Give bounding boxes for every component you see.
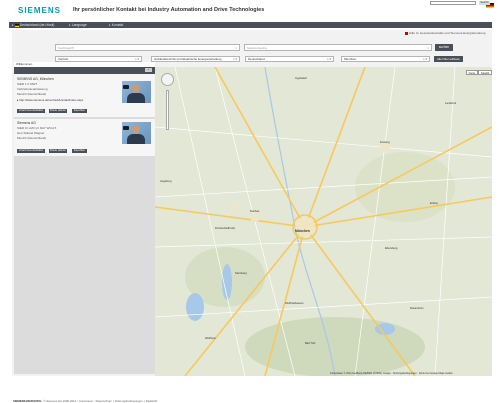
map-label: Weilheim bbox=[205, 337, 217, 340]
map[interactable]: München Freising Augsburg Dachau Erding … bbox=[155, 67, 492, 376]
footer-link[interactable]: Impressum bbox=[79, 399, 93, 403]
location-input-placeholder: Standortsuche bbox=[247, 46, 267, 50]
footer-link[interactable]: Digital ID bbox=[146, 399, 157, 403]
map-label: Landshut bbox=[445, 102, 457, 105]
help-icon bbox=[405, 31, 408, 35]
map-type-map-button[interactable]: Karte bbox=[466, 70, 478, 75]
result-link-label: http://www.siemens.de/vertrieb/kontakt/i… bbox=[19, 98, 84, 102]
result-card[interactable]: Siemens AG SIER IC LMV LV RAY WCH 5 Herr… bbox=[14, 119, 155, 156]
map-label: Starnberg bbox=[235, 272, 247, 275]
nav-item-label: Kontakt bbox=[111, 23, 124, 27]
page: SIEMENS Ihr persönlicher Kontakt bei Ind… bbox=[0, 0, 502, 403]
map-label: Wolfratshausen bbox=[285, 302, 304, 305]
vcard-download-button[interactable]: vCard herunterladen bbox=[17, 149, 45, 153]
select-arrow-icon: × ▾ bbox=[326, 57, 331, 61]
results-panel: Willkommen » SIEMENS AG, München SIER 1 … bbox=[14, 62, 155, 374]
filter-value: München bbox=[344, 57, 357, 61]
select-arrow-icon: × ▾ bbox=[232, 57, 237, 61]
footer-link: © Siemens AG 1996-2014 bbox=[43, 399, 77, 403]
result-link[interactable]: ▸ http://www.siemens.de/vertrieb/kontakt… bbox=[17, 98, 83, 102]
flag-icon bbox=[14, 23, 19, 27]
map-label: Erding bbox=[430, 202, 438, 205]
next-page-button[interactable]: » bbox=[145, 68, 152, 72]
clear-icon[interactable]: × bbox=[427, 45, 429, 50]
result-line: Vertriebsniederlassung bbox=[17, 87, 48, 91]
map-attribution[interactable]: Kartendaten © 2014 GeoBasis-DE/BKG (©200… bbox=[330, 372, 453, 375]
result-line: Herr Roland Wagner bbox=[17, 131, 45, 135]
footer: SIEMENS.DE/DIGITAL © Siemens AG 1996-201… bbox=[13, 399, 158, 403]
filter-value: Vertrieb bbox=[58, 57, 69, 61]
nav-item-country[interactable]: ▸ Deutschland (de-Hindi) bbox=[12, 22, 54, 28]
footer-link[interactable]: Nutzungsbedingungen bbox=[115, 399, 143, 403]
zoom-slider[interactable] bbox=[166, 90, 169, 130]
map-label: Freising bbox=[380, 141, 390, 144]
favorites-button[interactable]: Favoriten bbox=[72, 149, 87, 153]
arrow-icon: ▸ bbox=[69, 23, 71, 27]
result-name[interactable]: Siemens AG bbox=[17, 121, 36, 125]
phone-icon bbox=[123, 126, 129, 130]
reset-filters-button[interactable]: Alle Filter auflösen bbox=[434, 56, 463, 62]
avatar bbox=[122, 81, 151, 103]
page-title: Ihr persönlicher Kontakt bei Industry Au… bbox=[73, 7, 265, 13]
avatar bbox=[122, 122, 151, 144]
results-toolbar: » bbox=[14, 67, 155, 74]
result-line: SIER IC LMV LV RAY WCH 5 bbox=[17, 126, 57, 130]
route-button[interactable]: Route planen bbox=[49, 109, 67, 113]
avatar-face bbox=[132, 125, 140, 134]
avatar-body bbox=[127, 93, 145, 103]
filter-country[interactable]: Deutschland × ▾ bbox=[245, 56, 334, 62]
result-line: Munich (Deutschland) bbox=[17, 136, 47, 140]
avatar-face bbox=[132, 84, 140, 93]
result-name[interactable]: SIEMENS AG, München bbox=[17, 77, 54, 81]
avatar-body bbox=[127, 134, 145, 144]
location-input[interactable]: Standortsuche × bbox=[244, 44, 432, 51]
map-canvas bbox=[155, 67, 492, 376]
map-label: Ebersberg bbox=[385, 247, 398, 250]
map-type-satellite-button[interactable]: Satellit bbox=[478, 70, 492, 75]
phone-icon bbox=[123, 85, 129, 89]
site-search-button[interactable]: Search bbox=[479, 1, 490, 5]
nav-bar: ▸ Deutschland (de-Hindi) ▸Language ▸Konta… bbox=[9, 22, 492, 28]
result-card[interactable]: SIEMENS AG, München SIER 1 0 SIWT Vertri… bbox=[14, 74, 155, 117]
filter-value: Deutschland bbox=[248, 57, 265, 61]
vcard-download-button[interactable]: vCard herunterladen bbox=[17, 109, 45, 113]
nav-item-label: Deutschland (de-Hindi) bbox=[19, 23, 55, 27]
nav-item-language[interactable]: ▸Language bbox=[69, 22, 87, 28]
map-label: Rosenheim bbox=[410, 307, 424, 310]
search-input[interactable]: Suchbegriff × bbox=[55, 44, 240, 51]
nav-item-contact[interactable]: ▸Kontakt bbox=[109, 22, 123, 28]
clear-icon[interactable]: × bbox=[235, 45, 237, 50]
pan-control-icon[interactable] bbox=[161, 73, 174, 86]
map-label: Dachau bbox=[250, 210, 260, 213]
route-button[interactable]: Route planen bbox=[49, 149, 67, 153]
select-arrow-icon: × ▾ bbox=[422, 57, 427, 61]
filter-city[interactable]: München × ▾ bbox=[341, 56, 430, 62]
header: SIEMENS Ihr persönlicher Kontakt bei Ind… bbox=[0, 0, 502, 22]
site-search-input[interactable] bbox=[430, 1, 476, 5]
map-label: München bbox=[295, 229, 310, 233]
help-notice-label: Hilfe zu Gesetzeskontakte und Siemens-En… bbox=[409, 31, 486, 35]
result-line: SIER 1 0 SIWT bbox=[17, 82, 38, 86]
map-label: Augsburg bbox=[160, 180, 172, 183]
filter-value: Gebäudetechnik und Elektrische Energieve… bbox=[154, 57, 222, 61]
help-notice[interactable]: Hilfe zu Gesetzeskontakte und Siemens-En… bbox=[405, 31, 485, 35]
filter-division[interactable]: Gebäudetechnik und Elektrische Energieve… bbox=[151, 56, 240, 62]
arrow-icon: ▸ bbox=[109, 23, 111, 27]
footer-link[interactable]: Datenschutz bbox=[96, 399, 112, 403]
map-label: Fürstenfeldbruck bbox=[215, 227, 236, 230]
nav-item-label: Language bbox=[71, 23, 87, 27]
search-button[interactable]: suchen bbox=[435, 44, 453, 51]
footer-brand[interactable]: SIEMENS.DE/DIGITAL bbox=[13, 399, 42, 403]
favorites-button[interactable]: Favoriten bbox=[72, 109, 87, 113]
result-line: Munich (Deutschland) bbox=[17, 92, 47, 96]
arrow-icon: ▸ bbox=[12, 23, 14, 27]
map-label: Bad Tölz bbox=[305, 342, 316, 345]
search-input-placeholder: Suchbegriff bbox=[58, 46, 74, 50]
map-label: Ingolstadt bbox=[295, 77, 307, 80]
siemens-logo[interactable]: SIEMENS bbox=[18, 6, 61, 15]
